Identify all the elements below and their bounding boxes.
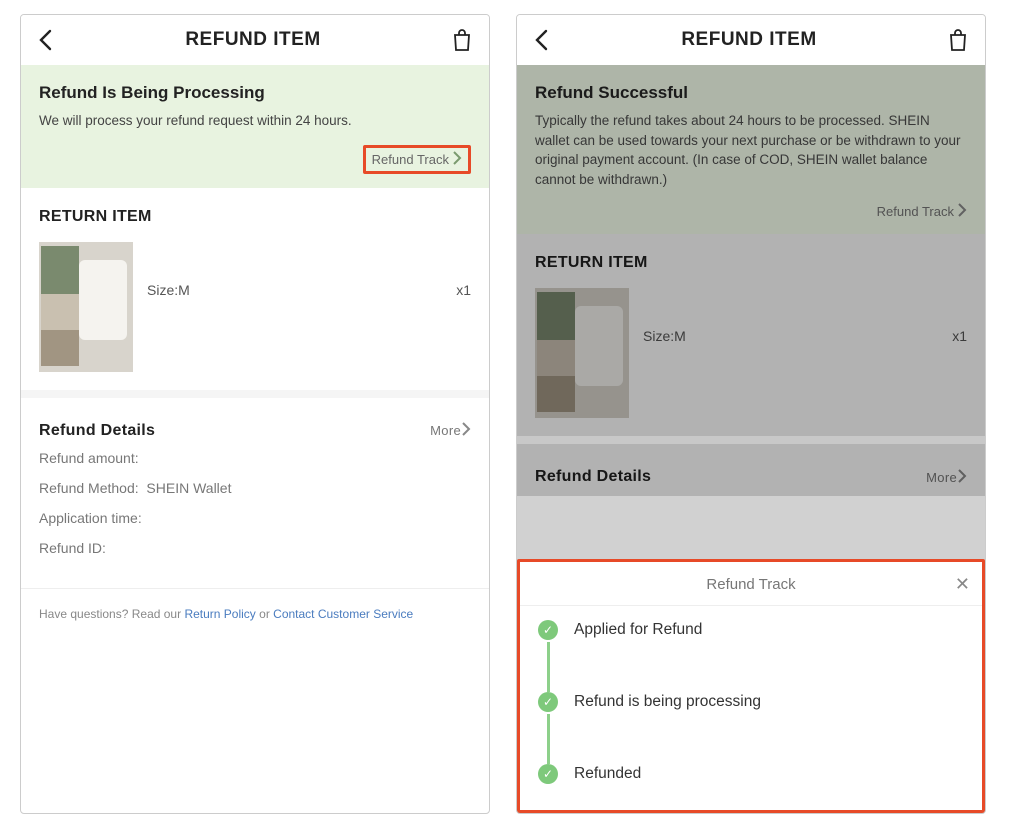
shopping-bag-icon[interactable]	[451, 28, 473, 52]
status-banner: Refund Successful Typically the refund t…	[517, 65, 985, 234]
refund-track-link-row: Refund Track	[39, 145, 471, 174]
return-item-row[interactable]: Size:M x1	[517, 282, 985, 436]
track-step-label: Refunded	[574, 765, 641, 783]
chevron-right-icon	[957, 469, 967, 486]
more-label: More	[430, 423, 461, 438]
refund-details-heading: Refund Details	[535, 468, 651, 486]
back-icon[interactable]	[533, 29, 551, 51]
quantity-label: x1	[952, 328, 967, 344]
refund-track-button[interactable]: Refund Track	[535, 203, 967, 220]
chevron-right-icon	[957, 203, 967, 220]
sheet-title-row: Refund Track ✕	[520, 576, 982, 606]
shopping-bag-icon[interactable]	[947, 28, 969, 52]
return-policy-link[interactable]: Return Policy	[184, 607, 255, 621]
check-icon: ✓	[538, 692, 558, 712]
chevron-right-icon	[461, 422, 471, 439]
application-time-row: Application time:	[39, 510, 471, 526]
refund-details-list: Refund amount: Refund Method: SHEIN Wall…	[21, 450, 489, 588]
track-step: ✓ Refunded	[538, 764, 964, 784]
check-icon: ✓	[538, 620, 558, 640]
product-photo	[535, 288, 629, 418]
back-icon[interactable]	[37, 29, 55, 51]
refund-method-value: SHEIN Wallet	[146, 480, 231, 496]
size-label: Size:M	[643, 328, 686, 344]
refund-track-label: Refund Track	[372, 152, 449, 167]
close-icon[interactable]: ✕	[955, 574, 970, 595]
chevron-right-icon	[452, 151, 462, 168]
item-meta: Size:M x1	[133, 242, 471, 298]
status-title: Refund Is Being Processing	[39, 83, 471, 103]
refund-method-label: Refund Method:	[39, 480, 139, 496]
refund-details-heading: Refund Details	[39, 422, 155, 440]
sheet-title: Refund Track	[706, 576, 795, 593]
check-icon: ✓	[538, 764, 558, 784]
return-item-heading: RETURN ITEM	[21, 188, 489, 236]
divider	[517, 436, 985, 444]
contact-support-link[interactable]: Contact Customer Service	[273, 607, 413, 621]
track-steps: ✓ Applied for Refund ✓ Refund is being p…	[520, 606, 982, 784]
more-label: More	[926, 470, 957, 485]
return-item-row[interactable]: Size:M x1	[21, 236, 489, 390]
divider	[21, 390, 489, 398]
footer-note: Have questions? Read our Return Policy o…	[21, 588, 489, 639]
footer-mid: or	[256, 607, 273, 621]
status-banner: Refund Is Being Processing We will proce…	[21, 65, 489, 188]
refund-track-button[interactable]: Refund Track	[363, 145, 471, 174]
refund-track-sheet: Refund Track ✕ ✓ Applied for Refund ✓ Re…	[517, 559, 985, 813]
status-description: Typically the refund takes about 24 hour…	[535, 111, 967, 189]
refund-details-heading-row: Refund Details More	[21, 398, 489, 450]
header: REFUND ITEM	[21, 15, 489, 65]
phone-screen-left: REFUND ITEM Refund Is Being Processing W…	[20, 14, 490, 814]
page-title: REFUND ITEM	[185, 29, 320, 51]
item-meta: Size:M x1	[629, 288, 967, 344]
refund-amount-row: Refund amount:	[39, 450, 471, 466]
status-title: Refund Successful	[535, 83, 967, 103]
refund-id-row: Refund ID:	[39, 540, 471, 556]
refund-method-row: Refund Method: SHEIN Wallet	[39, 480, 471, 496]
more-button[interactable]: More	[430, 422, 471, 439]
more-button[interactable]: More	[926, 469, 967, 486]
footer-prefix: Have questions? Read our	[39, 607, 184, 621]
page-title: REFUND ITEM	[681, 29, 816, 51]
refund-details-heading-row: Refund Details More	[517, 444, 985, 496]
track-step: ✓ Applied for Refund	[538, 620, 964, 692]
status-description: We will process your refund request with…	[39, 111, 471, 131]
phone-screen-right: REFUND ITEM Refund Successful Typically …	[516, 14, 986, 814]
product-photo	[39, 242, 133, 372]
header: REFUND ITEM	[517, 15, 985, 65]
size-label: Size:M	[147, 282, 190, 298]
return-item-heading: RETURN ITEM	[517, 234, 985, 282]
refund-track-label: Refund Track	[877, 204, 954, 219]
track-step: ✓ Refund is being processing	[538, 692, 964, 764]
quantity-label: x1	[456, 282, 471, 298]
track-step-label: Refund is being processing	[574, 693, 761, 711]
track-step-label: Applied for Refund	[574, 621, 702, 639]
